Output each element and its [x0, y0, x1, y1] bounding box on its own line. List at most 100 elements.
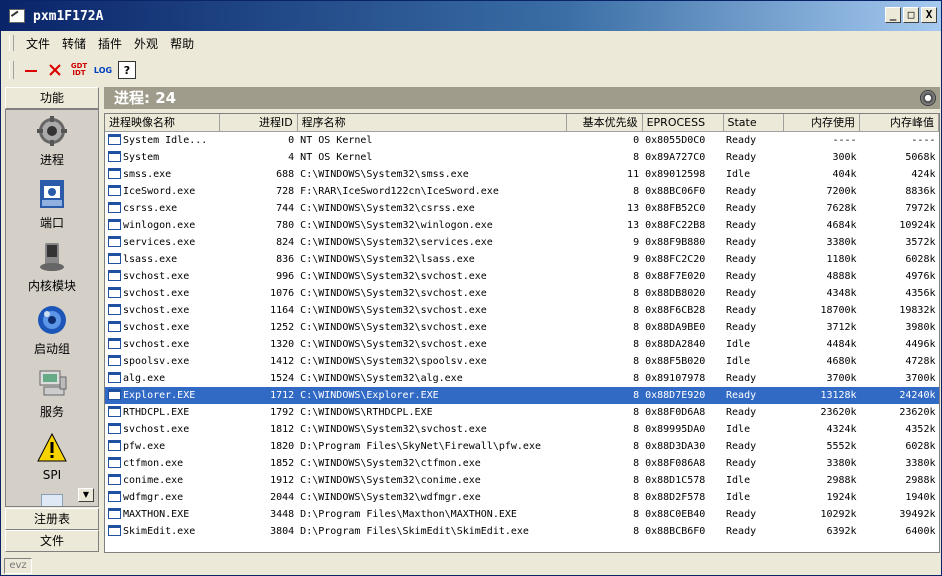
menu-file[interactable]: 文件: [20, 33, 56, 54]
cell-pid: 1912: [270, 474, 295, 486]
cell-mem-peak: 39492k: [899, 508, 936, 520]
table-row[interactable]: svchost.exe 1252 C:\WINDOWS\System32\svcho…: [105, 319, 939, 336]
cell-base-priority: 8: [633, 491, 640, 503]
table-row[interactable]: smss.exe 688 C:\WINDOWS\System32\smss.exe 1…: [105, 166, 939, 183]
col-base-priority[interactable]: 基本优先级: [566, 114, 643, 132]
table-row[interactable]: winlogon.exe 780 C:\WINDOWS\System32\winlo…: [105, 217, 939, 234]
cell-image-name: csrss.exe: [105, 200, 219, 217]
cell-state: Idle: [726, 355, 751, 367]
table-row[interactable]: RTHDCPL.EXE 1792 C:\WINDOWS\RTHDCPL.EXE 8 0x…: [105, 404, 939, 421]
process-icon: [108, 524, 121, 536]
col-state[interactable]: State: [723, 114, 785, 132]
cell-base-priority: 8: [633, 457, 640, 469]
cell-eprocess: 0x88D2F578: [645, 491, 706, 503]
function-header[interactable]: 功能: [5, 87, 99, 109]
cell-state: Ready: [726, 525, 757, 537]
table-row[interactable]: wdfmgr.exe 2044 C:\WINDOWS\System32\wdfmgr…: [105, 489, 939, 506]
cell-image-name: smss.exe: [105, 166, 219, 183]
minus-tool-button[interactable]: [22, 61, 40, 79]
col-pid[interactable]: 进程ID: [219, 114, 298, 132]
minimize-button[interactable]: _: [885, 7, 901, 23]
process-icon: [108, 337, 121, 349]
cell-image-name: spoolsv.exe: [105, 353, 219, 370]
cell-image-name: conime.exe: [105, 472, 219, 489]
delete-tool-button[interactable]: [46, 61, 64, 79]
nav-process[interactable]: 进程: [6, 110, 98, 173]
cell-program-name: C:\WINDOWS\System32\smss.exe: [300, 168, 469, 180]
nav-port[interactable]: 端口: [6, 173, 98, 236]
nav-startup[interactable]: 启动组: [6, 299, 98, 362]
nav-service[interactable]: 服务: [6, 362, 98, 425]
menu-help[interactable]: 帮助: [164, 33, 200, 54]
cell-mem-peak: 6028k: [905, 253, 936, 265]
cell-program-name: C:\WINDOWS\System32\svchost.exe: [300, 321, 487, 333]
cell-mem-usage: 5552k: [826, 440, 857, 452]
cell-eprocess: 0x89012598: [645, 168, 706, 180]
table-row[interactable]: System 4 NT OS Kernel 8 0x89A727C0 Ready 300k 5…: [105, 149, 939, 166]
log-button[interactable]: LOG: [94, 61, 112, 79]
table-row[interactable]: lsass.exe 836 C:\WINDOWS\System32\lsass.ex…: [105, 251, 939, 268]
maximize-button[interactable]: □: [903, 7, 919, 23]
file-button[interactable]: 文件: [5, 530, 99, 552]
table-row[interactable]: svchost.exe 1320 C:\WINDOWS\System32\svcho…: [105, 336, 939, 353]
table-row[interactable]: Explorer.EXE 1712 C:\WINDOWS\Explorer.EXE 8…: [105, 386, 939, 404]
close-button[interactable]: X: [921, 7, 937, 23]
col-image-name[interactable]: 进程映像名称: [105, 114, 220, 132]
table-row[interactable]: services.exe 824 C:\WINDOWS\System32\servi…: [105, 234, 939, 251]
cell-state: Idle: [726, 491, 751, 503]
cell-program-name: C:\WINDOWS\System32\svchost.exe: [300, 338, 487, 350]
cell-program-name: C:\WINDOWS\System32\svchost.exe: [300, 270, 487, 282]
cell-mem-usage: 4348k: [826, 287, 857, 299]
process-header-label: 进程:: [114, 89, 150, 107]
table-row[interactable]: System Idle... 0 NT OS Kernel 0 0x8055D0C0 Re…: [105, 131, 939, 149]
process-icon: [108, 252, 121, 264]
registry-button[interactable]: 注册表: [5, 508, 99, 530]
cell-image-name: pfw.exe: [105, 438, 219, 455]
menu-dump[interactable]: 转储: [56, 33, 92, 54]
table-row[interactable]: svchost.exe 996 C:\WINDOWS\System32\svchos…: [105, 268, 939, 285]
scroll-down-button[interactable]: ▼: [78, 488, 94, 502]
process-icon: [108, 167, 121, 179]
cell-state: Ready: [726, 406, 757, 418]
cell-mem-peak: 4728k: [905, 355, 936, 367]
cell-image-name: wdfmgr.exe: [105, 489, 219, 506]
table-row[interactable]: alg.exe 1524 C:\WINDOWS\System32\alg.exe 8 0…: [105, 370, 939, 387]
settings-icon[interactable]: [920, 90, 936, 106]
col-mem-usage[interactable]: 内存使用: [783, 114, 861, 132]
cell-image-name: Explorer.EXE: [105, 386, 220, 404]
col-eprocess[interactable]: EPROCESS: [642, 114, 724, 132]
table-row[interactable]: csrss.exe 744 C:\WINDOWS\System32\csrss.ex…: [105, 200, 939, 217]
main-window: pxm1F172A _ □ X 文件 转储 插件 外观 帮助 GDT IDT L…: [0, 0, 942, 576]
table-row[interactable]: SkimEdit.exe 3804 D:\Program Files\SkimEdi…: [105, 523, 939, 540]
col-program-name[interactable]: 程序名称: [297, 114, 567, 132]
cell-base-priority: 13: [627, 202, 640, 214]
process-icon: [108, 218, 121, 230]
cell-eprocess: 0x88F6CB28: [645, 304, 706, 316]
table-row[interactable]: conime.exe 1912 C:\WINDOWS\System32\conime…: [105, 472, 939, 489]
app-icon: [9, 9, 25, 23]
table-row[interactable]: svchost.exe 1164 C:\WINDOWS\System32\svcho…: [105, 302, 939, 319]
menu-appearance[interactable]: 外观: [128, 33, 164, 54]
table-row[interactable]: pfw.exe 1820 D:\Program Files\SkyNet\Firew…: [105, 438, 939, 455]
cell-image-name: svchost.exe: [105, 268, 219, 285]
table-row[interactable]: ctfmon.exe 1852 C:\WINDOWS\System32\ctfmon…: [105, 455, 939, 472]
table-row[interactable]: spoolsv.exe 1412 C:\WINDOWS\System32\spool…: [105, 353, 939, 370]
cell-state: Ready: [726, 440, 757, 452]
table-row[interactable]: svchost.exe 1076 C:\WINDOWS\System32\svcho…: [105, 285, 939, 302]
table-row[interactable]: MAXTHON.EXE 3448 D:\Program Files\Maxthon\…: [105, 506, 939, 523]
process-icon: [108, 507, 121, 519]
nav-spi[interactable]: SPI: [6, 425, 98, 488]
title-bar[interactable]: pxm1F172A _ □ X: [1, 1, 941, 31]
cell-pid: 780: [276, 219, 295, 231]
folder-icon: [41, 494, 63, 506]
gdt-idt-button[interactable]: GDT IDT: [70, 61, 88, 79]
cell-mem-peak: 1940k: [905, 491, 936, 503]
table-row[interactable]: svchost.exe 1812 C:\WINDOWS\System32\svcho…: [105, 421, 939, 438]
process-name-text: svchost.exe: [123, 287, 190, 299]
nav-kernel-module[interactable]: 内核模块: [6, 236, 98, 299]
table-row[interactable]: IceSword.exe 728 F:\RAR\IceSword122cn\IceS…: [105, 183, 939, 200]
col-mem-peak[interactable]: 内存峰值: [859, 114, 939, 132]
help-tool-button[interactable]: ?: [118, 61, 136, 79]
process-icon: [108, 150, 121, 162]
menu-plugins[interactable]: 插件: [92, 33, 128, 54]
